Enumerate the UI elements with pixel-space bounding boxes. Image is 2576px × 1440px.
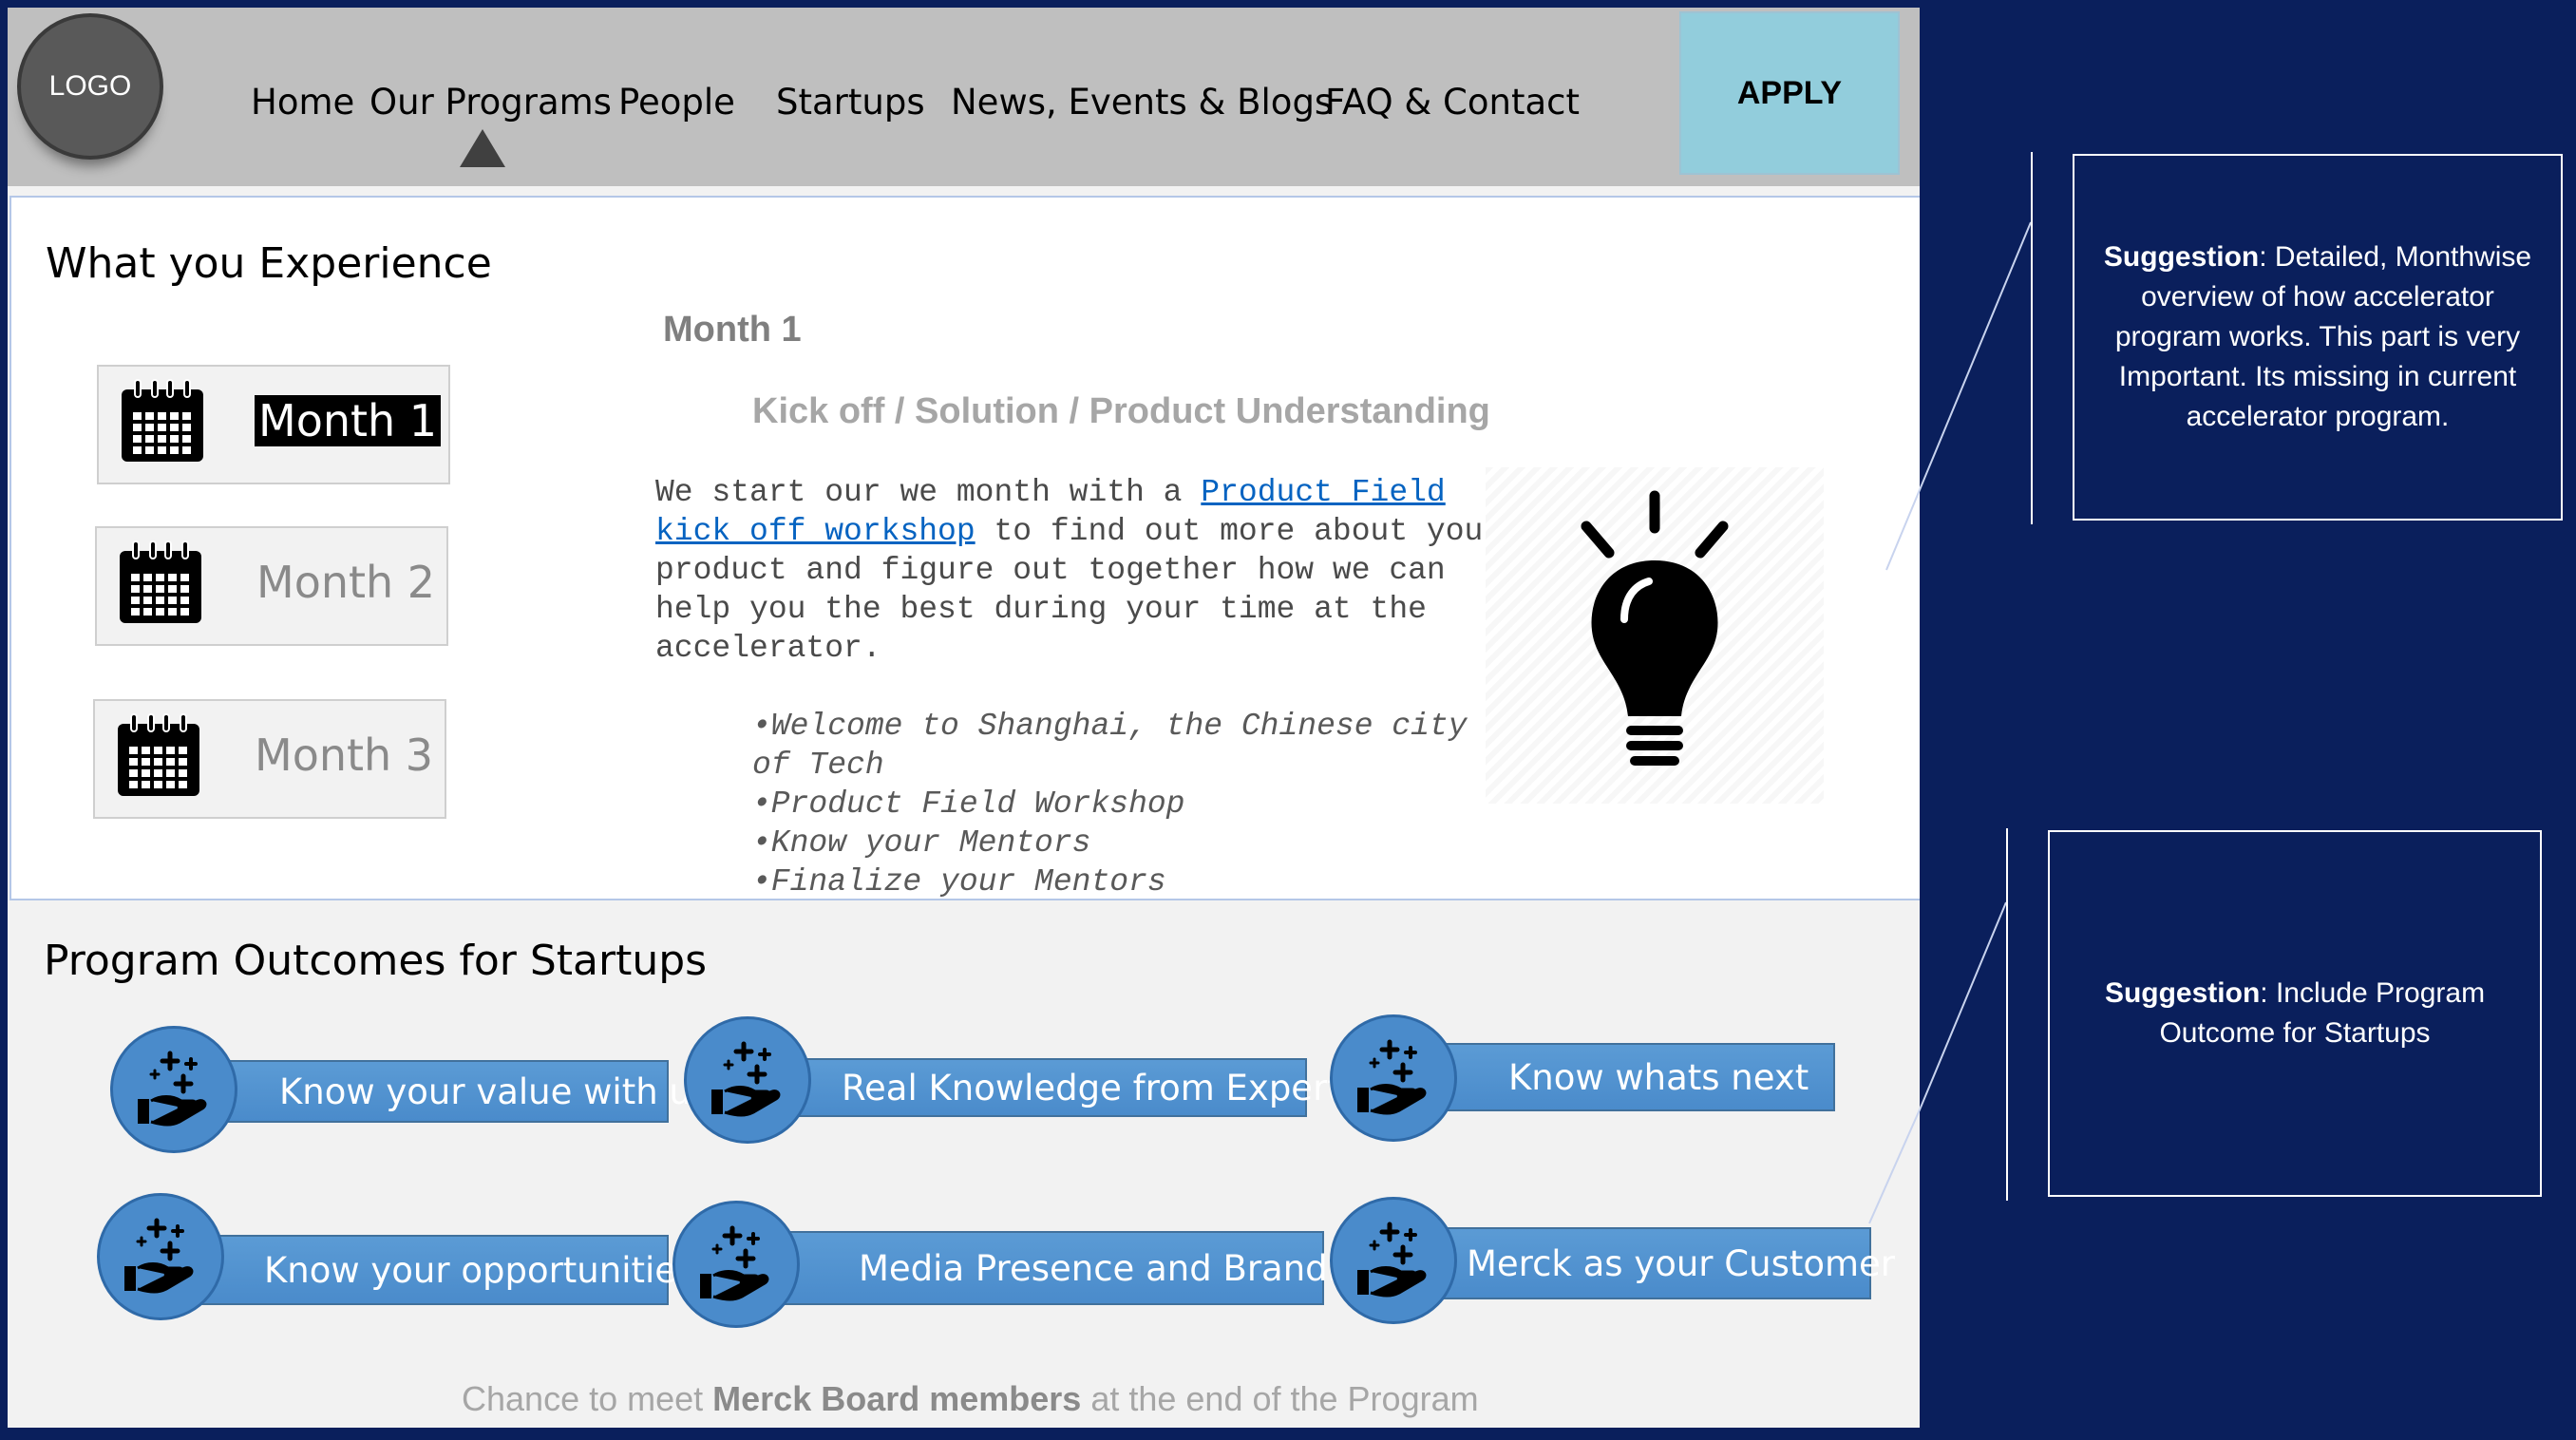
month-subtitle: Kick off / Solution / Product Understand… — [752, 391, 1490, 431]
bullet-item: •Know your Mentors — [752, 825, 1091, 861]
outcome-bar: Know your value with us — [182, 1060, 710, 1123]
nav-startups[interactable]: Startups — [776, 82, 925, 123]
hand-sparkles-icon — [711, 1041, 781, 1117]
month-heading: Month 1 — [663, 310, 802, 350]
outcome-bar: Know whats next — [1402, 1043, 1835, 1111]
outcome-label: Merck as your Customer — [1467, 1242, 1896, 1284]
footnote-bold: Merck Board members — [712, 1379, 1082, 1418]
bullet-item: •Finalize your Mentors — [752, 864, 1166, 897]
logo[interactable]: LOGO — [17, 13, 163, 160]
outcome-label: Know your opportunities — [264, 1249, 695, 1291]
nav-people[interactable]: People — [618, 82, 735, 123]
outcome-circle — [97, 1193, 224, 1320]
month-1-label: Month 1 — [255, 395, 442, 446]
description-text-before: We start our we month with a — [655, 475, 1202, 510]
hand-sparkles-icon — [1357, 1222, 1427, 1298]
hand-sparkles-icon — [124, 1218, 194, 1294]
nav-our-programs[interactable]: Our Programs — [369, 82, 612, 123]
nav-news-events-blogs[interactable]: News, Events & Blogs — [951, 82, 1333, 123]
note-bold: Suggestion — [2104, 977, 2261, 1009]
outcomes-title: Program Outcomes for Startups — [44, 937, 708, 985]
hand-sparkles-icon — [138, 1051, 207, 1127]
active-nav-caret-icon — [460, 129, 505, 167]
connector-line-bottom — [1920, 901, 2007, 1108]
month-3-label: Month 3 — [255, 729, 434, 781]
month-description: We start our we month with a Product Fie… — [655, 473, 1510, 668]
lightbulb-image — [1486, 467, 1824, 804]
outcome-label: Media Presence and Branding — [859, 1247, 1382, 1289]
footnote-after: at the end of the Program — [1081, 1379, 1479, 1418]
month-bullet-list: •Welcome to Shanghai, the Chinese city o… — [752, 707, 1493, 897]
footnote-before: Chance to meet — [462, 1379, 713, 1418]
website-mockup: LOGO Home Our Programs People Startups N… — [8, 8, 1920, 1428]
suggestion-note-monthwise: Suggestion: Detailed, Monthwise overview… — [2073, 154, 2563, 521]
calendar-icon — [118, 713, 199, 796]
outcome-label: Know whats next — [1508, 1056, 1809, 1098]
month-1-button[interactable]: Month 1 — [97, 365, 450, 484]
outcome-circle — [1330, 1014, 1457, 1142]
annotation-bracket-bottom — [2006, 828, 2008, 1201]
outcome-circle — [110, 1026, 237, 1153]
month-2-label: Month 2 — [256, 557, 436, 608]
outcome-circle — [672, 1201, 800, 1328]
outcome-label: Real Knowledge from Experts — [842, 1067, 1360, 1108]
outcome-label: Know your value with us — [279, 1071, 710, 1112]
month-2-button[interactable]: Month 2 — [95, 526, 448, 646]
apply-label: APPLY — [1736, 74, 1843, 111]
month-3-button[interactable]: Month 3 — [93, 699, 446, 819]
hand-sparkles-icon — [1357, 1039, 1427, 1115]
lightbulb-icon — [1581, 490, 1729, 766]
experience-panel: What you Experience Month 1 Month 2 Mont… — [9, 196, 1920, 900]
outcome-bar: Real Knowledge from Experts — [756, 1058, 1359, 1117]
experience-title: What you Experience — [46, 239, 492, 288]
suggestion-note-outcomes: Suggestion: Include Program Outcome for … — [2048, 830, 2542, 1197]
outcome-bar: Merck as your Customer — [1402, 1227, 1895, 1299]
nav-home[interactable]: Home — [251, 82, 354, 123]
outcome-circle — [684, 1016, 811, 1144]
note-bold: Suggestion — [2103, 241, 2260, 273]
bullet-item: •Welcome to Shanghai, the Chinese city o… — [752, 709, 1468, 783]
board-members-note: Chance to meet Merck Board members at th… — [462, 1379, 1479, 1419]
apply-button[interactable]: APPLY — [1679, 11, 1900, 175]
hand-sparkles-icon — [700, 1225, 769, 1301]
outcome-bar: Know your opportunities — [169, 1235, 694, 1305]
outcome-bar: Media Presence and Branding — [745, 1231, 1382, 1305]
calendar-icon — [122, 379, 203, 462]
annotation-bracket-top — [2031, 152, 2033, 524]
calendar-icon — [120, 540, 201, 623]
site-header: LOGO Home Our Programs People Startups N… — [8, 8, 1920, 186]
logo-text: LOGO — [48, 70, 132, 102]
outcome-circle — [1330, 1197, 1457, 1324]
nav-faq-contact[interactable]: FAQ & Contact — [1325, 82, 1580, 123]
bullet-item: •Product Field Workshop — [752, 786, 1185, 822]
